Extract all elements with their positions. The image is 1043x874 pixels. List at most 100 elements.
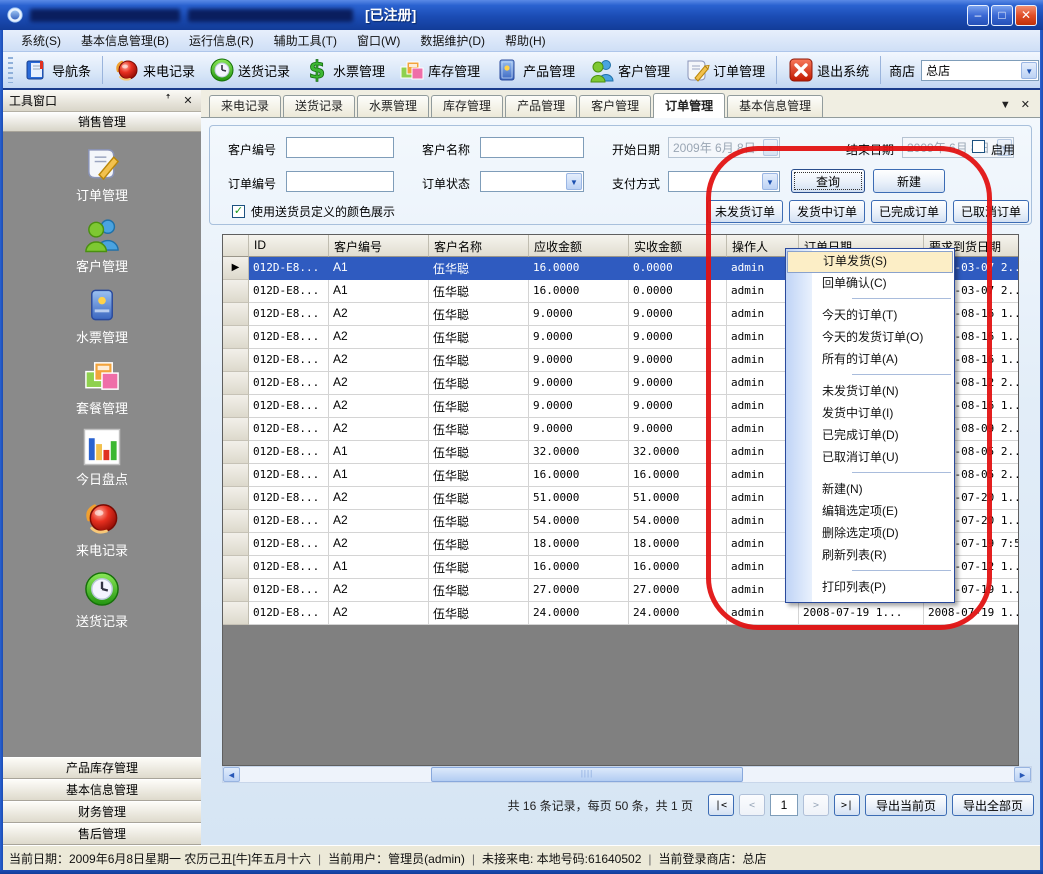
- shop-select[interactable]: 总店 ▼: [921, 60, 1039, 81]
- row-selector[interactable]: ▶: [223, 464, 249, 487]
- document-tab[interactable]: 客户管理: [579, 95, 651, 117]
- menu-item[interactable]: 窗口(W): [347, 29, 410, 52]
- toolbar-grip[interactable]: [8, 57, 13, 83]
- row-selector[interactable]: ▶: [223, 395, 249, 418]
- sidebar-group-button[interactable]: 基本信息管理: [3, 779, 201, 801]
- next-page-button[interactable]: >: [803, 794, 829, 816]
- column-header[interactable]: 实收金额: [629, 235, 727, 257]
- context-menu-item[interactable]: 编辑选定项(E): [786, 501, 954, 523]
- new-button[interactable]: 新建: [873, 169, 945, 193]
- scrollbar-track[interactable]: [240, 767, 1014, 782]
- context-menu-item[interactable]: 回单确认(C): [786, 273, 954, 295]
- column-header[interactable]: 应收金额: [529, 235, 629, 257]
- menu-item[interactable]: 数据维护(D): [410, 29, 495, 52]
- row-selector[interactable]: ▶: [223, 579, 249, 602]
- toolbar-call-log-button[interactable]: 来电记录: [107, 55, 202, 85]
- row-selector[interactable]: ▶: [223, 441, 249, 464]
- pin-icon[interactable]: ꜛ: [161, 95, 175, 107]
- first-page-button[interactable]: |<: [708, 794, 734, 816]
- context-menu-item[interactable]: 删除选定项(D): [786, 523, 954, 545]
- order-status-filter-button[interactable]: 已完成订单: [871, 200, 947, 223]
- context-menu-item[interactable]: 今天的发货订单(O): [786, 327, 954, 349]
- chevron-down-icon[interactable]: ▼: [762, 173, 778, 190]
- context-menu-item[interactable]: [786, 298, 954, 305]
- document-tab[interactable]: 来电记录: [209, 95, 281, 117]
- sidebar-item-package-mgmt[interactable]: 套餐管理: [3, 357, 201, 417]
- last-page-button[interactable]: >|: [834, 794, 860, 816]
- context-menu-item[interactable]: 已取消订单(U): [786, 447, 954, 469]
- minimize-button[interactable]: –: [967, 5, 989, 26]
- scroll-left-icon[interactable]: ◄: [223, 767, 240, 782]
- sidebar-item-customer-mgmt[interactable]: 客户管理: [3, 215, 201, 275]
- context-menu-item[interactable]: 打印列表(P): [786, 577, 954, 599]
- scrollbar-thumb[interactable]: [431, 767, 743, 782]
- tab-close-icon[interactable]: ✕: [1021, 98, 1030, 111]
- row-selector[interactable]: ▶: [223, 418, 249, 441]
- sidebar-group-button[interactable]: 售后管理: [3, 823, 201, 845]
- menu-item[interactable]: 基本信息管理(B): [71, 29, 179, 52]
- document-tab[interactable]: 基本信息管理: [727, 95, 823, 117]
- context-menu-item[interactable]: 新建(N): [786, 479, 954, 501]
- prev-page-button[interactable]: <: [739, 794, 765, 816]
- export-all-pages-button[interactable]: 导出全部页: [952, 794, 1034, 816]
- column-header[interactable]: 客户名称: [429, 235, 529, 257]
- document-tab[interactable]: 水票管理: [357, 95, 429, 117]
- chevron-down-icon[interactable]: ▼: [566, 173, 582, 190]
- row-selector[interactable]: ▶: [223, 326, 249, 349]
- toolbar-order-button[interactable]: 订单管理: [677, 55, 772, 85]
- toolbar-nav-button[interactable]: 导航条: [16, 55, 98, 85]
- context-menu-item[interactable]: [786, 472, 954, 479]
- order-status-select[interactable]: ▼: [480, 171, 584, 192]
- sidebar-item-daily-inventory[interactable]: 今日盘点: [3, 428, 201, 488]
- horizontal-scrollbar[interactable]: ◄ ►: [222, 766, 1032, 783]
- toolbar-delivery-log-button[interactable]: 送货记录: [202, 55, 297, 85]
- column-header[interactable]: 客户编号: [329, 235, 429, 257]
- table-row[interactable]: ▶ 012D-E8... A2 伍华聪 24.0000 24.0000 admi…: [223, 602, 1018, 625]
- row-selector[interactable]: ▶: [223, 556, 249, 579]
- sidebar-item-water-ticket-mgmt[interactable]: 水票管理: [3, 286, 201, 346]
- close-button[interactable]: ✕: [1015, 5, 1037, 26]
- sidebar-group-sales[interactable]: 销售管理: [3, 112, 201, 132]
- toolbar-inventory-button[interactable]: 库存管理: [392, 55, 487, 85]
- delivery-color-checkbox[interactable]: ✓: [232, 205, 245, 218]
- row-selector[interactable]: ▶: [223, 602, 249, 625]
- sidebar-item-call-log[interactable]: 来电记录: [3, 499, 201, 559]
- toolbar-water-ticket-button[interactable]: $ 水票管理: [297, 55, 392, 85]
- row-selector[interactable]: ▶: [223, 349, 249, 372]
- context-menu-item[interactable]: 所有的订单(A): [786, 349, 954, 371]
- sidebar-item-order-mgmt[interactable]: 订单管理: [3, 144, 201, 204]
- context-menu-item[interactable]: [786, 570, 954, 577]
- context-menu-item[interactable]: 刷新列表(R): [786, 545, 954, 567]
- order-no-input[interactable]: [286, 171, 394, 192]
- toolbar-customer-button[interactable]: 客户管理: [582, 55, 677, 85]
- menu-item[interactable]: 运行信息(R): [179, 29, 264, 52]
- sidebar-item-delivery-log[interactable]: 送货记录: [3, 570, 201, 630]
- context-menu-item[interactable]: 订单发货(S): [787, 251, 953, 273]
- export-current-page-button[interactable]: 导出当前页: [865, 794, 947, 816]
- page-number-box[interactable]: 1: [770, 794, 798, 816]
- document-tab[interactable]: 产品管理: [505, 95, 577, 117]
- row-selector[interactable]: ▶: [223, 533, 249, 556]
- menu-item[interactable]: 系统(S): [11, 29, 71, 52]
- maximize-button[interactable]: □: [991, 5, 1013, 26]
- query-button[interactable]: 查询: [791, 169, 865, 193]
- chevron-down-icon[interactable]: ▼: [1021, 62, 1037, 79]
- order-status-filter-button[interactable]: 发货中订单: [789, 200, 865, 223]
- document-tab[interactable]: 送货记录: [283, 95, 355, 117]
- sidebar-group-button[interactable]: 产品库存管理: [3, 757, 201, 779]
- toolbar-product-button[interactable]: 产品管理: [487, 55, 582, 85]
- row-selector[interactable]: ▶: [223, 280, 249, 303]
- menu-item[interactable]: 帮助(H): [495, 29, 556, 52]
- context-menu-item[interactable]: 未发货订单(N): [786, 381, 954, 403]
- context-menu-item[interactable]: [786, 374, 954, 381]
- tab-list-dropdown-icon[interactable]: ▼: [1000, 99, 1011, 111]
- scroll-right-icon[interactable]: ►: [1014, 767, 1031, 782]
- row-selector[interactable]: ▶: [223, 303, 249, 326]
- start-date-picker[interactable]: 2009年 6月 8日 ▼: [668, 137, 780, 158]
- document-tab[interactable]: 库存管理: [431, 95, 503, 117]
- order-status-filter-button[interactable]: 已取消订单: [953, 200, 1029, 223]
- sidebar-group-button[interactable]: 财务管理: [3, 801, 201, 823]
- toolbar-exit-button[interactable]: 退出系统: [781, 55, 876, 85]
- order-status-filter-button[interactable]: 未发货订单: [707, 200, 783, 223]
- customer-no-input[interactable]: [286, 137, 394, 158]
